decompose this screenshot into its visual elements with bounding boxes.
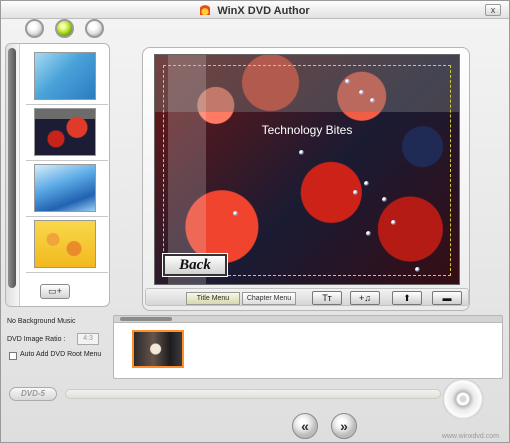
thumbnail-divider — [26, 216, 108, 217]
background-thumbnail-panel: ▭+ — [5, 43, 110, 307]
bubble-icon — [366, 231, 371, 236]
footer-url: www.winxdvd.com — [441, 433, 499, 440]
window-title-area: WinX DVD Author — [1, 4, 509, 17]
menu-preview-panel: Technology Bites Back Title Menu Chapter… — [142, 47, 470, 311]
thumbnail-scroll-thumb[interactable] — [8, 48, 16, 288]
dvd-type-badge[interactable]: DVD-5 — [9, 387, 57, 401]
app-logo-icon — [200, 4, 211, 15]
bubble-icon — [353, 190, 358, 195]
safe-area-guide — [163, 65, 451, 276]
add-music-button[interactable]: +♫ — [350, 291, 380, 305]
tab-title-menu[interactable]: Title Menu — [186, 292, 240, 305]
background-thumbnail[interactable] — [34, 164, 96, 212]
chapter-list-panel — [113, 315, 503, 379]
chapter-scroll-thumb[interactable] — [120, 317, 172, 321]
background-music-label: No Background Music — [7, 318, 76, 325]
thumbnail-divider — [26, 272, 108, 273]
background-thumbnail[interactable] — [34, 52, 96, 100]
root-menu-checkbox[interactable] — [9, 352, 17, 360]
root-menu-label: Auto Add DVD Root Menu — [20, 351, 102, 358]
menu-controls-bar: Title Menu Chapter Menu Tт +♫ ⬆ ▬ — [145, 288, 469, 306]
bubble-icon — [233, 211, 238, 216]
previous-button[interactable]: « — [292, 413, 318, 439]
chapter-thumbnail[interactable] — [132, 330, 184, 368]
bubble-icon — [359, 90, 364, 95]
add-background-button[interactable]: ▭+ — [40, 284, 70, 299]
tab-chapter-menu[interactable]: Chapter Menu — [242, 292, 296, 305]
disc-icon[interactable] — [441, 379, 485, 419]
title-bar: WinX DVD Author x — [1, 1, 509, 19]
bubble-icon — [364, 181, 369, 186]
chapter-scrollbar[interactable] — [114, 316, 502, 323]
bubble-icon — [391, 220, 396, 225]
move-up-button[interactable]: ⬆ — [392, 291, 422, 305]
background-thumbnail-selected[interactable] — [34, 108, 96, 156]
thumbnail-scrollbar[interactable] — [6, 44, 20, 306]
image-ratio-select[interactable]: 4:3 — [77, 333, 99, 345]
background-thumbnail[interactable] — [34, 220, 96, 268]
menu-circle-button-1[interactable] — [25, 19, 44, 38]
close-button[interactable]: x — [485, 4, 501, 16]
bubble-icon — [345, 79, 350, 84]
bubble-icon — [415, 267, 420, 272]
dvd-settings: No Background Music DVD Image Ratio : 4:… — [7, 315, 111, 365]
thumbnail-divider — [26, 104, 108, 105]
menu-circle-button-2[interactable] — [55, 19, 74, 38]
window-title: WinX DVD Author — [217, 5, 310, 17]
display-button[interactable]: ▬ — [432, 291, 462, 305]
next-button[interactable]: » — [331, 413, 357, 439]
bubble-icon — [299, 150, 304, 155]
burn-status-bar: DVD-5 — [1, 379, 509, 419]
image-ratio-label: DVD Image Ratio : — [7, 336, 66, 343]
bubble-icon — [382, 197, 387, 202]
back-button[interactable]: Back — [162, 253, 228, 277]
thumbnail-divider — [26, 160, 108, 161]
text-tool-button[interactable]: Tт — [312, 291, 342, 305]
burn-progress-bar — [65, 389, 441, 399]
menu-title-text[interactable]: Technology Bites — [155, 123, 459, 137]
bubble-icon — [370, 98, 375, 103]
app-window: WinX DVD Author x ▭+ Technology Bites Ba… — [0, 0, 510, 443]
menu-preview-image: Technology Bites Back — [154, 54, 460, 285]
menu-circle-button-3[interactable] — [85, 19, 104, 38]
